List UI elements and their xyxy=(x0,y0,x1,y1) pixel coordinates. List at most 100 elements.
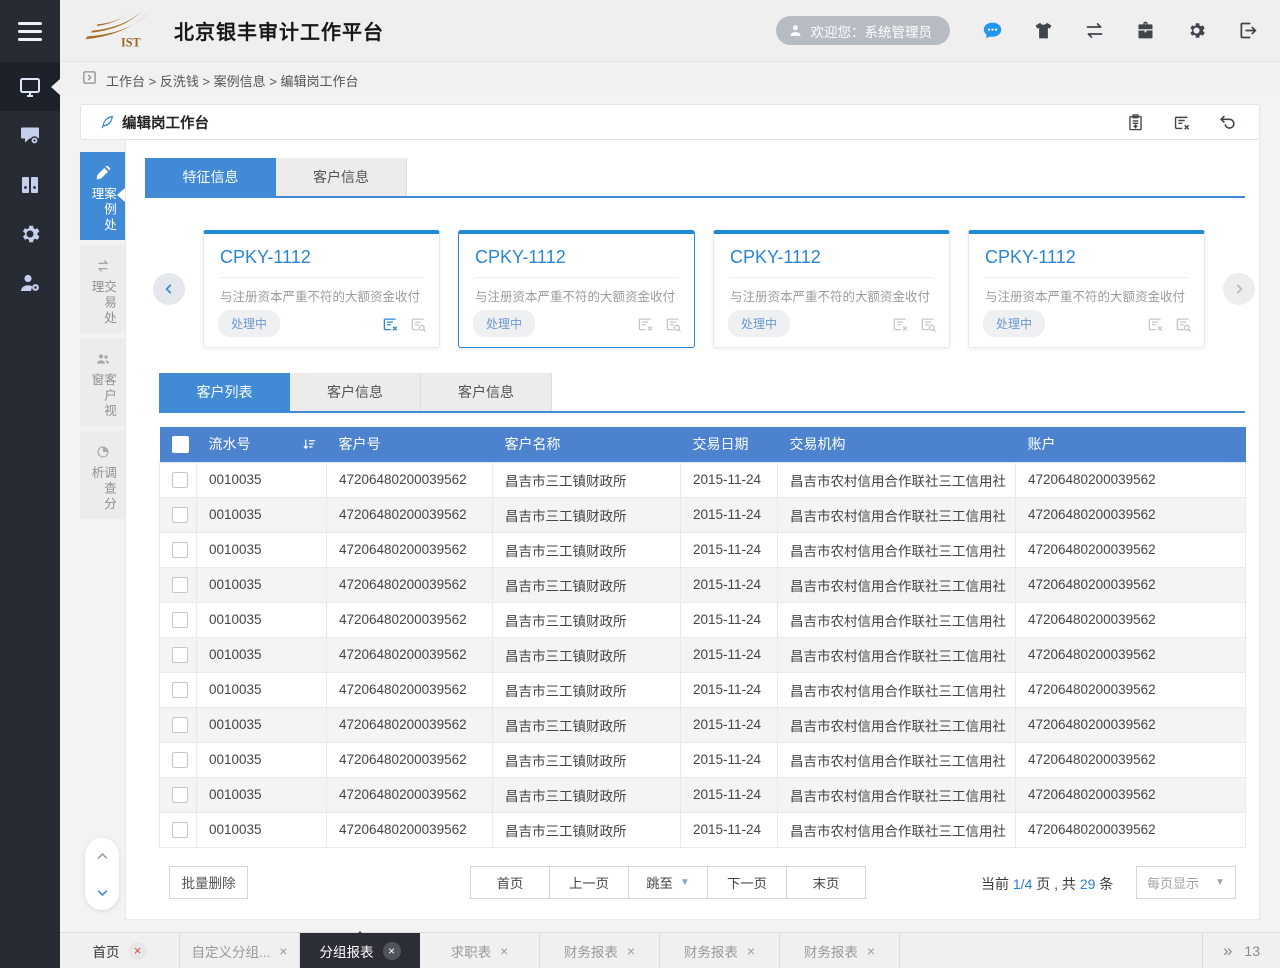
row-checkbox[interactable] xyxy=(172,542,188,558)
vtab-交易处理[interactable]: 交易处理 xyxy=(80,245,125,333)
swap-arrows-icon[interactable] xyxy=(1084,20,1105,41)
gear-icon[interactable] xyxy=(1186,20,1207,41)
page-size-select[interactable]: 每页显示 ▼ xyxy=(1136,866,1236,899)
doc-remove-icon[interactable] xyxy=(1146,315,1164,333)
table-header-row: 流水号客户号客户名称交易日期交易机构账户 xyxy=(160,427,1246,462)
vtab-label: 调查分析 xyxy=(90,466,115,519)
table-cell: 昌吉市三工镇财政所 xyxy=(493,777,681,812)
case-card-3[interactable]: CPKY-1112与注册资本严重不符的大额资金收付处理中 xyxy=(968,230,1205,348)
row-checkbox[interactable] xyxy=(172,612,188,628)
table-cell: 47206480200039562 xyxy=(1016,637,1246,672)
logout-icon[interactable] xyxy=(1237,20,1258,41)
row-checkbox[interactable] xyxy=(172,507,188,523)
logo-text: IST xyxy=(121,36,141,49)
bottom-tab-5-财务报表[interactable]: 财务报表× xyxy=(660,933,780,968)
tab-0-特征信息[interactable]: 特征信息 xyxy=(145,158,276,196)
undo-icon[interactable] xyxy=(1218,113,1237,132)
bottom-tab-6-财务报表[interactable]: 财务报表× xyxy=(780,933,900,968)
list-tab-0-客户列表[interactable]: 客户列表 xyxy=(159,373,290,411)
card-actions xyxy=(891,315,937,333)
bottom-tab-0-首页[interactable]: 首页× xyxy=(60,933,180,968)
bottom-tab-4-财务报表[interactable]: 财务报表× xyxy=(540,933,660,968)
close-tab-icon[interactable]: × xyxy=(279,944,287,958)
close-tab-icon[interactable]: × xyxy=(627,944,635,958)
doc-remove-icon[interactable] xyxy=(381,315,399,333)
sidebar-item-user-gear[interactable] xyxy=(0,258,60,307)
card-actions xyxy=(636,315,682,333)
tab-1-客户信息[interactable]: 客户信息 xyxy=(276,158,407,196)
pager-button-上一页[interactable]: 上一页 xyxy=(549,866,629,899)
vtab-案例处理[interactable]: 案例处理 xyxy=(80,152,125,240)
table-row: 001003547206480200039562昌吉市三工镇财政所2015-11… xyxy=(160,707,1246,742)
pen-icon xyxy=(95,165,111,181)
pager-button-首页[interactable]: 首页 xyxy=(470,866,550,899)
doc-remove-icon[interactable] xyxy=(636,315,654,333)
column-header-客户号: 客户号 xyxy=(327,427,493,462)
table-cell: 47206480200039562 xyxy=(1016,672,1246,707)
list-tab-2-客户信息[interactable]: 客户信息 xyxy=(421,373,552,411)
sidebar-item-monitor[interactable] xyxy=(0,62,60,111)
list-tabs-underline xyxy=(159,411,1245,413)
table-cell: 47206480200039562 xyxy=(327,742,493,777)
carousel-next-button[interactable] xyxy=(1223,273,1255,305)
carousel-prev-button[interactable] xyxy=(153,273,185,305)
case-card-1[interactable]: CPKY-1112与注册资本严重不符的大额资金收付处理中 xyxy=(458,230,695,348)
table-cell: 0010035 xyxy=(197,672,327,707)
pager-label: 上一页 xyxy=(569,873,609,892)
row-checkbox[interactable] xyxy=(172,577,188,593)
feather-icon xyxy=(99,114,115,130)
card-divider xyxy=(730,277,933,278)
table-cell: 昌吉市农村信用合作联社三工信用社 xyxy=(778,497,1016,532)
breadcrumb-expand-icon[interactable] xyxy=(82,70,97,90)
status-badge: 处理中 xyxy=(218,310,280,337)
chevron-down-icon[interactable] xyxy=(95,885,110,900)
sidebar-item-binders[interactable] xyxy=(0,160,60,209)
pager-button-下一页[interactable]: 下一页 xyxy=(707,866,787,899)
vtab-客户视窗[interactable]: 客户视窗 xyxy=(80,338,125,426)
pager-button-跳至[interactable]: 跳至▼ xyxy=(628,866,708,899)
case-card-2[interactable]: CPKY-1112与注册资本严重不符的大额资金收付处理中 xyxy=(713,230,950,348)
shirt-icon[interactable] xyxy=(1033,20,1054,41)
row-checkbox[interactable] xyxy=(172,682,188,698)
column-label: 客户号 xyxy=(339,434,381,454)
sort-icon[interactable] xyxy=(302,437,317,452)
close-tab-icon[interactable]: × xyxy=(747,944,755,958)
row-checkbox[interactable] xyxy=(172,717,188,733)
doc-search-icon[interactable] xyxy=(1174,315,1192,333)
briefcase-icon[interactable] xyxy=(1135,20,1156,41)
close-tab-icon[interactable]: × xyxy=(129,942,147,960)
vertical-tabs: 案例处理交易处理客户视窗调查分析 xyxy=(80,140,125,920)
batch-delete-button[interactable]: 批量删除 xyxy=(169,866,248,899)
row-checkbox[interactable] xyxy=(172,752,188,768)
case-card-0[interactable]: CPKY-1112与注册资本严重不符的大额资金收付处理中 xyxy=(203,230,440,348)
close-tab-icon[interactable]: × xyxy=(500,944,508,958)
row-checkbox[interactable] xyxy=(172,472,188,488)
sidebar-item-chat-gear[interactable] xyxy=(0,111,60,160)
row-checkbox[interactable] xyxy=(172,647,188,663)
message-icon[interactable] xyxy=(982,20,1003,41)
case-code: CPKY-1112 xyxy=(730,247,933,268)
doc-search-icon[interactable] xyxy=(409,315,427,333)
doc-search-icon[interactable] xyxy=(919,315,937,333)
close-tab-icon[interactable]: × xyxy=(867,944,875,958)
close-tab-icon[interactable]: × xyxy=(383,942,401,960)
bottom-tab-3-求职表[interactable]: 求职表× xyxy=(420,933,540,968)
bottom-tab-1-自定义分组...[interactable]: 自定义分组...× xyxy=(180,933,300,968)
doc-remove-icon[interactable] xyxy=(1172,113,1191,132)
doc-remove-icon[interactable] xyxy=(891,315,909,333)
select-all-checkbox[interactable] xyxy=(172,436,189,453)
row-checkbox[interactable] xyxy=(172,787,188,803)
more-tabs-icon[interactable]: » xyxy=(1223,941,1230,961)
sidebar-item-gear-wrench[interactable] xyxy=(0,209,60,258)
vtab-调查分析[interactable]: 调查分析 xyxy=(80,431,125,519)
menu-toggle-icon[interactable] xyxy=(0,0,60,62)
bottom-tab-2-分组报表[interactable]: 分组报表× xyxy=(300,933,420,968)
clipboard-up-icon[interactable] xyxy=(1126,113,1145,132)
table-cell: 0010035 xyxy=(197,637,327,672)
row-checkbox[interactable] xyxy=(172,822,188,838)
list-tab-1-客户信息[interactable]: 客户信息 xyxy=(290,373,421,411)
pager-button-末页[interactable]: 末页 xyxy=(786,866,866,899)
chevron-up-icon[interactable] xyxy=(95,849,110,864)
doc-search-icon[interactable] xyxy=(664,315,682,333)
user-welcome-pill[interactable]: 欢迎您：系统管理员 xyxy=(776,16,951,45)
